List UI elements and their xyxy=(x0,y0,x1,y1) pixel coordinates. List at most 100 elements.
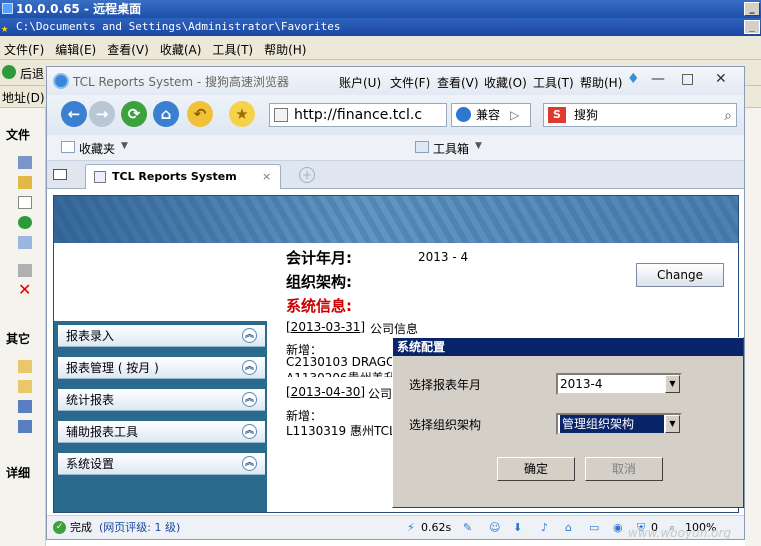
change-button[interactable]: Change xyxy=(636,263,724,287)
menu-aux-tools[interactable]: 辅助报表工具 ︽ xyxy=(58,421,265,443)
explorer-scroll-area xyxy=(745,108,761,546)
back-icon[interactable]: ← xyxy=(61,101,87,127)
message-line-1b: A1130206贵州美升 xyxy=(286,369,396,377)
done-check-icon: ✓ xyxy=(53,521,66,534)
browser-navbar: ← → ⟳ ⌂ ↶ ★ http://finance.tcl.c 兼容 ▷ S … xyxy=(47,95,744,135)
url-text: http://finance.tcl.c xyxy=(294,107,423,123)
browser-menu-account[interactable]: 账户(U) xyxy=(339,74,381,91)
delete-icon[interactable]: ✕ xyxy=(18,282,32,298)
collapse-icon[interactable]: ︽ xyxy=(242,456,257,471)
collapse-icon[interactable]: ︽ xyxy=(242,392,257,407)
browser-title: TCL Reports System - 搜狗高速浏览器 xyxy=(73,75,290,89)
rename-icon[interactable] xyxy=(18,156,32,169)
message-date-2[interactable]: [2013-04-30] xyxy=(286,385,365,399)
browser-titlebar: TCL Reports System - 搜狗高速浏览器 账户(U) 文件(F)… xyxy=(47,67,744,95)
publish-icon[interactable] xyxy=(18,216,32,229)
move-icon[interactable] xyxy=(18,176,32,189)
tab-title: TCL Reports System xyxy=(112,170,237,183)
forward-icon[interactable]: → xyxy=(89,101,115,127)
explorer-menubar: 文件(F) 编辑(E) 查看(V) 收藏(A) 工具(T) 帮助(H) xyxy=(0,36,761,60)
minimize-button[interactable]: _ xyxy=(744,2,760,16)
sogou-logo-icon xyxy=(53,73,69,89)
system-info-label: 系统信息: xyxy=(286,297,352,315)
eye-icon[interactable]: ◉ xyxy=(613,516,623,539)
browser-menu-view[interactable]: 查看(V) xyxy=(437,74,479,91)
menu-system-settings[interactable]: 系统设置 ︽ xyxy=(58,453,265,475)
favorites-label[interactable]: 收藏夹 xyxy=(79,140,115,157)
refresh-icon[interactable]: ⟳ xyxy=(121,101,147,127)
documents-icon[interactable] xyxy=(18,380,32,393)
favorites-dropdown-icon[interactable]: ▼ xyxy=(121,141,128,151)
toolbox-dropdown-icon[interactable]: ▼ xyxy=(475,141,482,151)
skin-icon[interactable]: ♦ xyxy=(627,71,640,87)
browser-maximize-button[interactable]: □ xyxy=(681,71,694,87)
menu-system-settings-label: 系统设置 xyxy=(66,457,115,471)
tab-tcl-reports[interactable]: TCL Reports System × xyxy=(85,164,281,189)
person-icon[interactable]: ☺ xyxy=(489,516,500,539)
explorer-title: C:\Documents and Settings\Administrator\… xyxy=(16,20,341,33)
speed-icon[interactable]: ⚡ xyxy=(407,516,415,539)
tray-icon[interactable]: ▭ xyxy=(589,516,599,539)
tab-close-icon[interactable]: × xyxy=(262,165,271,189)
sound-icon[interactable]: ♪ xyxy=(541,516,548,539)
collapse-icon[interactable]: ︽ xyxy=(242,360,257,375)
folder-icon[interactable] xyxy=(18,360,32,373)
collapse-icon[interactable]: ︽ xyxy=(242,424,257,439)
left-menu: 报表录入 ︽ 报表管理 ( 按月 ) ︽ 统计报表 ︽ 辅助报表工具 ︽ 系统设置 ︽ xyxy=(54,321,267,512)
menu-report-management-label: 报表管理 ( 按月 ) xyxy=(66,361,159,375)
browser-close-button[interactable]: ✕ xyxy=(715,71,727,87)
ok-button[interactable]: 确定 xyxy=(497,457,575,481)
favorites-bar: 收藏夹 ▼ 工具箱 ▼ xyxy=(47,135,744,161)
explorer-menu-view[interactable]: 查看(V) xyxy=(103,36,156,58)
sidebar-toggle-icon[interactable] xyxy=(53,169,67,180)
email-icon[interactable] xyxy=(18,236,32,249)
chevron-down-icon[interactable]: ▼ xyxy=(665,375,680,393)
print-icon[interactable] xyxy=(18,264,32,277)
edit-icon[interactable]: ✎ xyxy=(463,516,472,539)
shop-icon[interactable]: ⌂ xyxy=(565,516,572,539)
home-icon[interactable]: ⌂ xyxy=(153,101,179,127)
download-icon[interactable]: ⬇ xyxy=(513,516,522,539)
browser-menu-help[interactable]: 帮助(H) xyxy=(580,74,622,91)
search-input[interactable]: S 搜狗 ⌕ xyxy=(543,103,737,127)
cancel-button[interactable]: 取消 xyxy=(585,457,663,481)
chevron-down-icon[interactable]: ▼ xyxy=(665,415,680,433)
compat-mode-button[interactable]: 兼容 ▷ xyxy=(451,103,531,127)
back-button-label[interactable]: 后退 xyxy=(20,65,44,82)
year-label: 选择报表年月 xyxy=(409,378,482,392)
back-arrow-icon[interactable] xyxy=(2,65,16,79)
copy-icon[interactable] xyxy=(18,196,32,209)
browser-minimize-button[interactable]: — xyxy=(651,71,665,87)
explorer-menu-help[interactable]: 帮助(H) xyxy=(260,36,313,58)
menu-report-management[interactable]: 报表管理 ( 按月 ) ︽ xyxy=(58,357,265,379)
browser-menu-file[interactable]: 文件(F) xyxy=(390,74,430,91)
menu-report-entry[interactable]: 报表录入 ︽ xyxy=(58,325,265,347)
explorer-menu-file[interactable]: 文件(F) xyxy=(0,36,51,58)
system-config-dialog: 系统配置 选择报表年月 2013-4 ▼ 选择组织架构 管理组织架构 ▼ 确定 … xyxy=(392,337,744,508)
explorer-minimize-button[interactable]: _ xyxy=(744,20,760,34)
org-select[interactable]: 管理组织架构 ▼ xyxy=(556,413,682,435)
network-icon[interactable] xyxy=(18,420,32,433)
page-rating-link[interactable]: (网页评级: 1 级) xyxy=(99,516,180,539)
collapse-icon[interactable]: ︽ xyxy=(242,328,257,343)
favorite-star-icon[interactable]: ★ xyxy=(229,101,255,127)
explorer-menu-tools[interactable]: 工具(T) xyxy=(208,36,260,58)
play-icon[interactable]: ▷ xyxy=(510,104,519,126)
page-icon xyxy=(274,108,288,122)
toolbox-label[interactable]: 工具箱 xyxy=(433,140,469,157)
menu-statistics-label: 统计报表 xyxy=(66,393,115,407)
new-tab-icon[interactable]: + xyxy=(299,167,315,183)
message-date-1[interactable]: [2013-03-31] xyxy=(286,320,365,334)
computer-icon[interactable] xyxy=(18,400,32,413)
year-select[interactable]: 2013-4 ▼ xyxy=(556,373,682,395)
menu-report-entry-label: 报表录入 xyxy=(66,329,115,343)
undo-icon[interactable]: ↶ xyxy=(187,101,213,127)
explorer-menu-favorites[interactable]: 收藏(A) xyxy=(156,36,209,58)
explorer-menu-edit[interactable]: 编辑(E) xyxy=(51,36,103,58)
url-input[interactable]: http://finance.tcl.c xyxy=(269,103,447,127)
browser-menu-tools[interactable]: 工具(T) xyxy=(533,74,574,91)
menu-statistics[interactable]: 统计报表 ︽ xyxy=(58,389,265,411)
search-icon[interactable]: ⌕ xyxy=(724,105,732,127)
browser-menu-favorites[interactable]: 收藏(O) xyxy=(484,74,527,91)
menu-aux-tools-label: 辅助报表工具 xyxy=(66,425,139,439)
